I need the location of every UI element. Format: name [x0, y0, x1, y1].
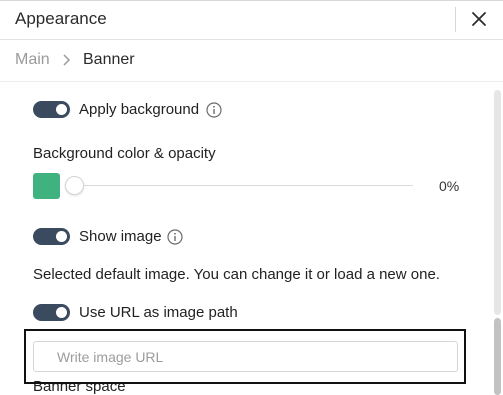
close-icon[interactable]: [468, 8, 490, 30]
panel-title: Appearance: [15, 9, 107, 28]
header-divider: [455, 7, 456, 32]
banner-space-label: Banner space: [33, 378, 126, 395]
background-color-label: Background color & opacity: [33, 145, 216, 162]
chevron-right-icon: [61, 53, 73, 67]
panel-header: Appearance: [0, 0, 503, 40]
opacity-slider-thumb[interactable]: [65, 176, 84, 195]
scrollbar-track[interactable]: [494, 90, 501, 315]
use-url-toggle[interactable]: [33, 304, 70, 321]
info-icon[interactable]: [206, 102, 222, 118]
opacity-value: 0%: [439, 178, 460, 194]
toggle-knob: [56, 104, 67, 115]
apply-background-toggle[interactable]: [33, 101, 70, 118]
opacity-slider-track[interactable]: [66, 185, 413, 186]
info-icon[interactable]: [167, 229, 183, 245]
background-color-swatch[interactable]: [33, 173, 60, 199]
image-url-input[interactable]: [33, 341, 458, 372]
show-image-toggle[interactable]: [33, 228, 70, 245]
show-image-label: Show image: [79, 228, 162, 245]
default-image-note: Selected default image. You can change i…: [33, 266, 440, 283]
use-url-label: Use URL as image path: [79, 304, 238, 321]
toggle-knob: [56, 307, 67, 318]
toggle-knob: [56, 231, 67, 242]
scrollbar-thumb[interactable]: [494, 318, 501, 395]
breadcrumb: Main Banner: [0, 40, 503, 82]
apply-background-label: Apply background: [79, 101, 200, 118]
breadcrumb-main-link[interactable]: Main: [15, 51, 50, 69]
appearance-panel: Appearance Main Banner Apply background: [0, 0, 503, 395]
scrollbar[interactable]: [490, 82, 503, 395]
breadcrumb-current: Banner: [83, 51, 135, 68]
settings-content: Apply background Background color & opac…: [0, 82, 490, 395]
